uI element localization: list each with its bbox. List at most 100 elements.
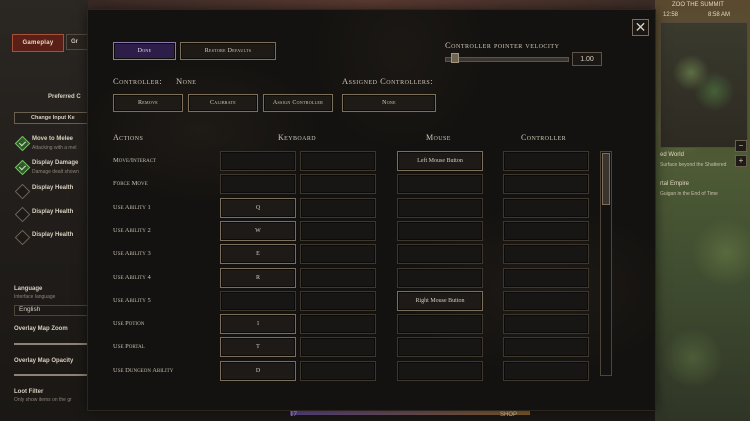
change-input-button[interactable]: Change Input Ke bbox=[14, 112, 88, 124]
option-sub: Damage dealt shown bbox=[32, 169, 79, 175]
pointer-velocity-slider[interactable] bbox=[445, 57, 569, 62]
keyboard-secondary-cell[interactable] bbox=[300, 244, 376, 264]
controller-cell[interactable] bbox=[503, 198, 589, 218]
mouse-cell[interactable]: Right Mouse Button bbox=[397, 291, 483, 311]
action-label: Use Ability 1 bbox=[113, 204, 151, 211]
quest-sub: Surface beyond the Shattered bbox=[660, 162, 727, 168]
action-label: Use Ability 3 bbox=[113, 250, 151, 257]
quest-title[interactable]: rtal Empire bbox=[660, 181, 689, 187]
experience-bar bbox=[290, 410, 530, 415]
restore-defaults-button[interactable]: Restore Defaults bbox=[180, 42, 276, 60]
option-sub: Attacking with a mel bbox=[32, 145, 77, 151]
keyboard-secondary-cell[interactable] bbox=[300, 151, 376, 171]
option-label: Display Health bbox=[32, 232, 74, 238]
minimap-zoom-in-button[interactable]: + bbox=[735, 155, 747, 167]
minimap-zoom-out-button[interactable]: − bbox=[735, 140, 747, 152]
language-select[interactable]: English bbox=[14, 305, 88, 316]
keyboard-primary-cell[interactable]: Q bbox=[220, 198, 296, 218]
close-button[interactable]: ✕ bbox=[632, 19, 649, 36]
controller-cell[interactable] bbox=[503, 361, 589, 381]
action-label: Use Potion bbox=[113, 320, 145, 327]
action-label: Use Ability 4 bbox=[113, 274, 151, 281]
overlay-opacity-slider[interactable] bbox=[14, 374, 88, 376]
mouse-cell[interactable] bbox=[397, 337, 483, 357]
action-label: Use Dungeon Ability bbox=[113, 367, 174, 374]
language-label: Language bbox=[14, 286, 43, 292]
keyboard-secondary-cell[interactable] bbox=[300, 291, 376, 311]
controller-cell[interactable] bbox=[503, 174, 589, 194]
level-number: 17 bbox=[290, 410, 297, 418]
option-label: Display Damage bbox=[32, 160, 79, 166]
action-label: Use Ability 2 bbox=[113, 227, 151, 234]
minimap[interactable] bbox=[660, 22, 748, 148]
keyboard-primary-cell[interactable]: W bbox=[220, 221, 296, 241]
keyboard-primary-cell[interactable]: T bbox=[220, 337, 296, 357]
bindings-scroll-thumb[interactable] bbox=[602, 153, 610, 205]
controller-cell[interactable] bbox=[503, 221, 589, 241]
background-top bbox=[88, 0, 655, 10]
controller-cell[interactable] bbox=[503, 314, 589, 334]
controller-cell[interactable] bbox=[503, 244, 589, 264]
option-label: Display Health bbox=[32, 209, 74, 215]
keyboard-secondary-cell[interactable] bbox=[300, 221, 376, 241]
language-sub: Interface language bbox=[14, 294, 56, 300]
overlay-zoom-slider[interactable] bbox=[14, 343, 88, 345]
column-keyboard: Keyboard bbox=[278, 133, 316, 142]
assigned-controller-none[interactable]: None bbox=[342, 94, 436, 112]
controller-label: Controller: bbox=[113, 76, 163, 86]
mouse-cell[interactable] bbox=[397, 268, 483, 288]
column-mouse: Mouse bbox=[426, 133, 451, 142]
overlay-opacity-label: Overlay Map Opacity bbox=[14, 358, 74, 364]
overlay-zoom-label: Overlay Map Zoom bbox=[14, 326, 68, 332]
keyboard-secondary-cell[interactable] bbox=[300, 268, 376, 288]
option-label: Move to Melee bbox=[32, 136, 74, 142]
mouse-cell[interactable] bbox=[397, 361, 483, 381]
quest-title[interactable]: ed World bbox=[660, 152, 684, 158]
pointer-velocity-label: Controller pointer velocity bbox=[445, 40, 560, 50]
keyboard-primary-cell[interactable] bbox=[220, 174, 296, 194]
controller-cell[interactable] bbox=[503, 291, 589, 311]
keyboard-secondary-cell[interactable] bbox=[300, 361, 376, 381]
keyboard-primary-cell[interactable] bbox=[220, 291, 296, 311]
keyboard-secondary-cell[interactable] bbox=[300, 174, 376, 194]
pointer-velocity-value[interactable]: 1.00 bbox=[572, 52, 602, 66]
shop-button[interactable]: SHOP bbox=[500, 412, 517, 418]
remove-button[interactable]: Remove bbox=[113, 94, 183, 112]
done-button[interactable]: Done bbox=[113, 42, 176, 60]
mouse-cell[interactable] bbox=[397, 314, 483, 334]
clock-left: 12:58 bbox=[663, 12, 679, 18]
controller-cell[interactable] bbox=[503, 337, 589, 357]
keyboard-secondary-cell[interactable] bbox=[300, 314, 376, 334]
mouse-cell[interactable] bbox=[397, 221, 483, 241]
calibrate-button[interactable]: Calibrate bbox=[188, 94, 258, 112]
keyboard-primary-cell[interactable]: E bbox=[220, 244, 296, 264]
controller-value: None bbox=[176, 76, 197, 86]
loot-filter-label: Loot Filter bbox=[14, 389, 44, 395]
keyboard-primary-cell[interactable]: D bbox=[220, 361, 296, 381]
option-label: Display Health bbox=[32, 185, 74, 191]
keyboard-primary-cell[interactable]: R bbox=[220, 268, 296, 288]
pointer-velocity-thumb[interactable] bbox=[450, 53, 459, 63]
assign-controller-button[interactable]: Assign Controller bbox=[263, 94, 333, 112]
zone-name: ZOO THE SUMMIT bbox=[672, 2, 724, 8]
keyboard-primary-cell[interactable]: 1 bbox=[220, 314, 296, 334]
tab-graphics[interactable]: Gr bbox=[66, 34, 88, 50]
keyboard-secondary-cell[interactable] bbox=[300, 337, 376, 357]
action-label: Use Portal bbox=[113, 343, 145, 350]
mouse-cell[interactable]: Left Mouse Button bbox=[397, 151, 483, 171]
column-actions: Actions bbox=[113, 133, 144, 142]
keyboard-primary-cell[interactable] bbox=[220, 151, 296, 171]
controller-cell[interactable] bbox=[503, 268, 589, 288]
mouse-cell[interactable] bbox=[397, 198, 483, 218]
clock-time: 8:58 AM bbox=[708, 12, 731, 18]
preferred-input-label: Preferred C bbox=[48, 94, 81, 100]
column-controller: Controller bbox=[521, 133, 566, 142]
keyboard-secondary-cell[interactable] bbox=[300, 198, 376, 218]
action-label: Move/Interact bbox=[113, 157, 157, 164]
action-label: Force Move bbox=[113, 180, 148, 187]
tab-gameplay[interactable]: Gameplay bbox=[12, 34, 64, 52]
controller-cell[interactable] bbox=[503, 151, 589, 171]
mouse-cell[interactable] bbox=[397, 244, 483, 264]
action-label: Use Ability 5 bbox=[113, 297, 151, 304]
mouse-cell[interactable] bbox=[397, 174, 483, 194]
